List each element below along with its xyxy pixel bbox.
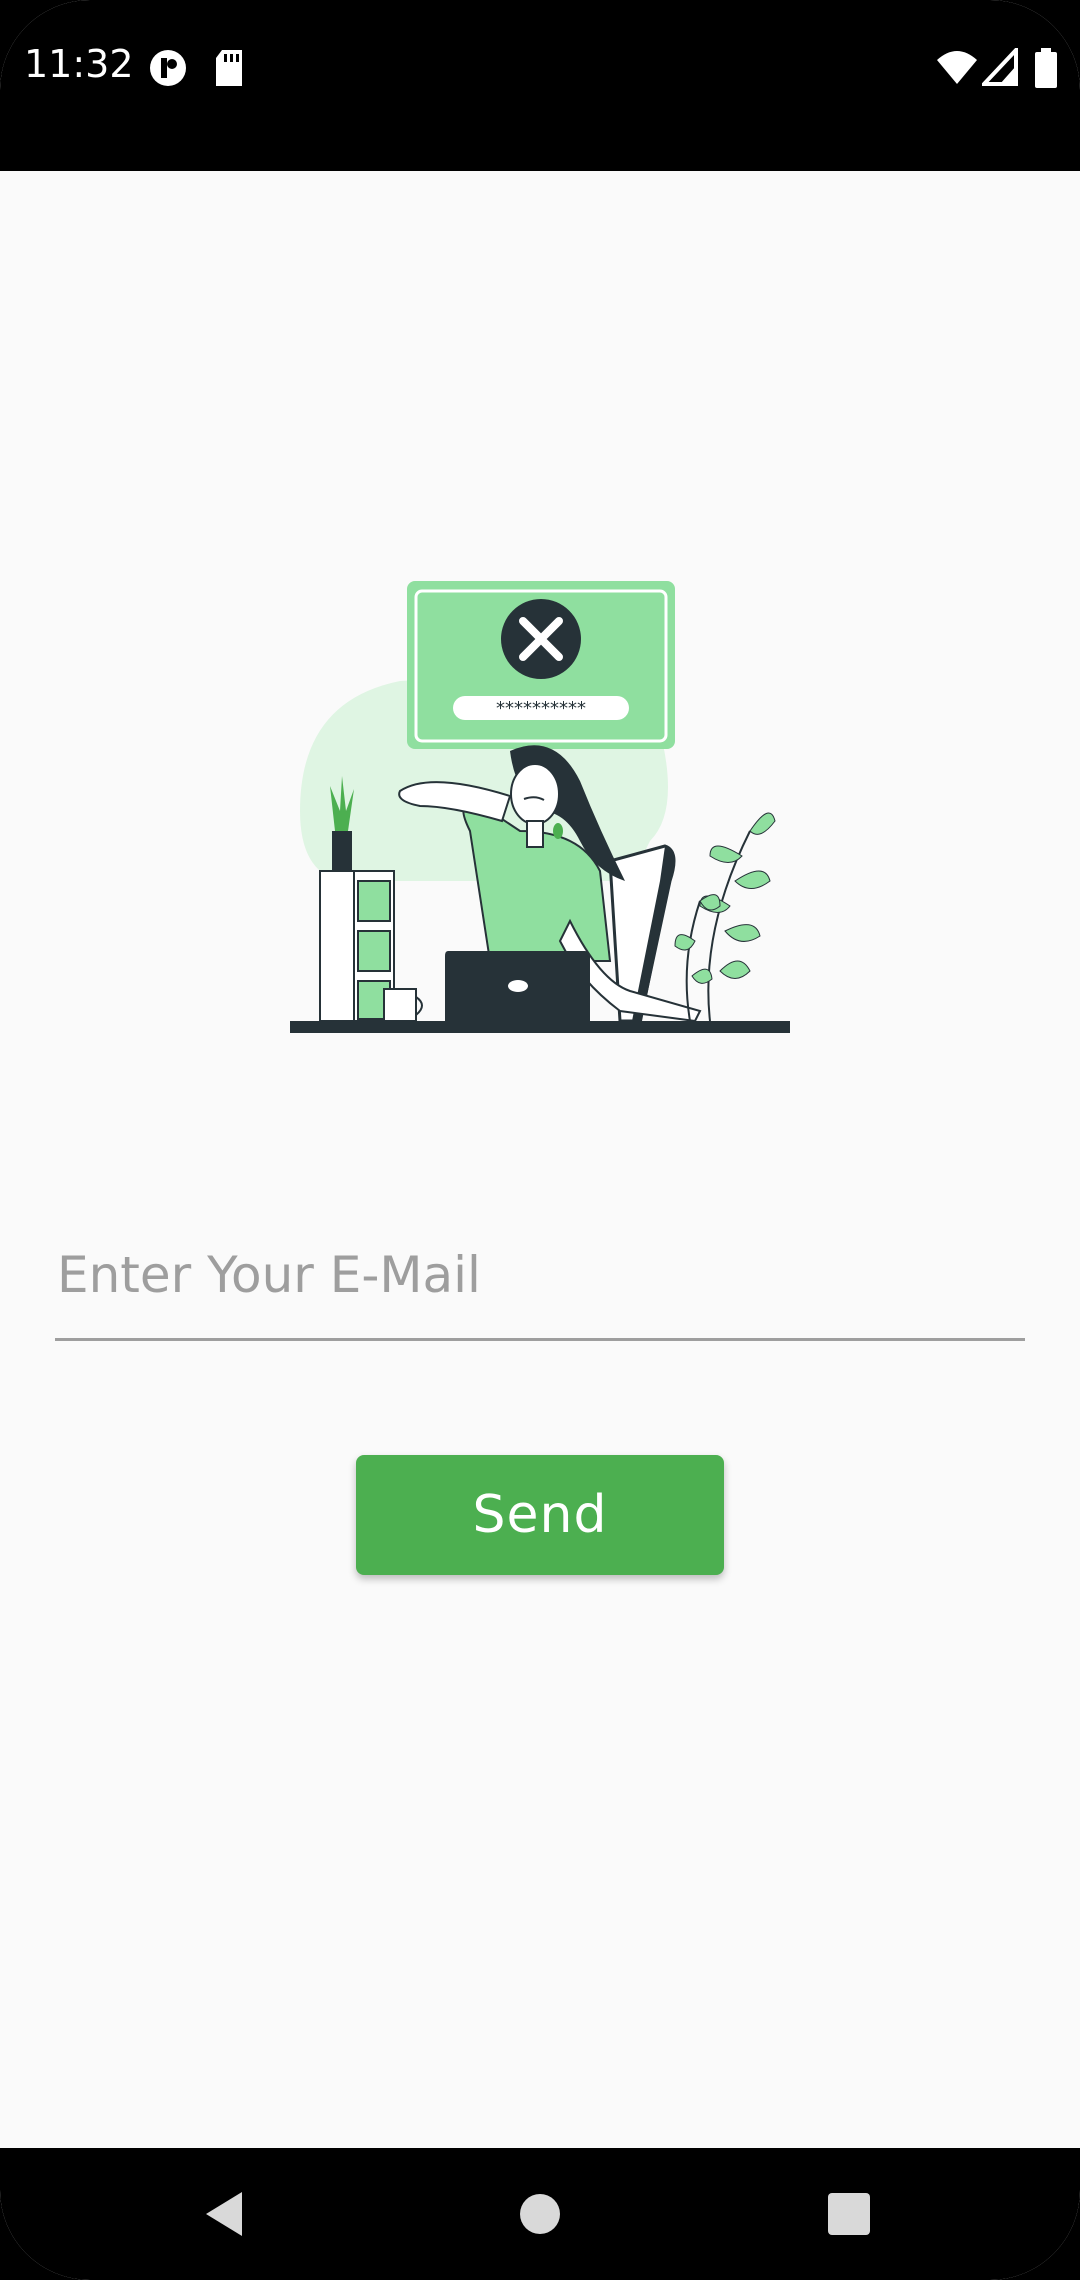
battery-icon	[1035, 48, 1057, 88]
send-button[interactable]: Send	[356, 1455, 724, 1575]
forgot-password-illustration: **********	[290, 581, 790, 1033]
wifi-icon	[937, 51, 977, 84]
password-mask: **********	[496, 698, 586, 719]
signal-icon	[982, 48, 1018, 86]
app-notification-icon	[150, 50, 186, 86]
navigation-bar	[0, 2148, 1080, 2280]
back-icon[interactable]	[200, 2188, 250, 2240]
recents-icon[interactable]	[826, 2188, 872, 2240]
status-bar: 11:32	[0, 0, 1080, 171]
sd-card-icon	[216, 50, 242, 86]
status-time: 11:32	[24, 42, 134, 86]
app-screen: 11:32 ********** Enter Your E-Mail Send	[0, 0, 1080, 2280]
forgot-password-screen: ********** Enter Your E-Mail Send	[0, 171, 1080, 2148]
email-input[interactable]	[55, 1211, 1025, 1341]
home-icon[interactable]	[518, 2188, 562, 2240]
